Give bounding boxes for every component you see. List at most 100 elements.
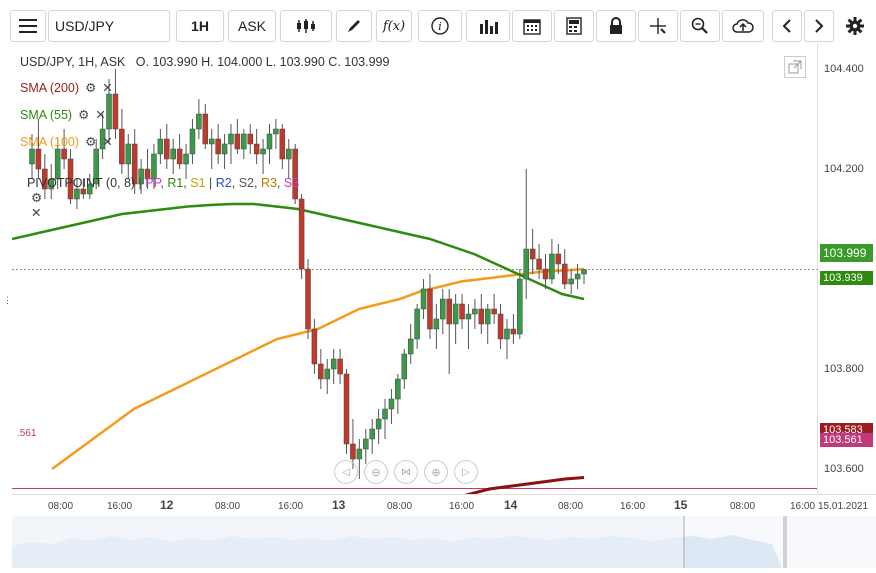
calculator-button[interactable] — [554, 10, 594, 42]
indicator-sma-1: SMA (55) ⚙ ✕ — [20, 107, 106, 122]
interval-button[interactable]: 1H — [176, 10, 224, 42]
candle-body — [427, 288, 433, 330]
pivot-part: , — [253, 176, 261, 190]
menu-button[interactable] — [10, 10, 46, 42]
time-axis-label: 15 — [674, 498, 688, 512]
candle-body — [311, 328, 318, 365]
price-axis-label: 104.200 — [824, 163, 864, 175]
candle-body — [465, 313, 472, 320]
candle-body — [363, 438, 369, 450]
menu-icon — [19, 19, 37, 33]
candle-body — [266, 133, 273, 150]
pivot-part: , — [276, 176, 284, 190]
indicator-sma-2: SMA (100) ⚙ ✕ — [20, 134, 113, 149]
function-icon: f(x) — [382, 18, 406, 34]
lock-icon — [610, 17, 622, 34]
time-axis-label: 08:00 — [48, 501, 74, 512]
price-tag: 103.561 — [820, 433, 873, 447]
info-button[interactable]: i — [418, 10, 462, 42]
candle-body — [388, 398, 395, 410]
pivot-parts: | PP, R1, S1 | R2, S2, R3, S3 — [135, 176, 300, 190]
time-axis-label: 08:00 — [387, 501, 413, 512]
info-icon: i — [431, 17, 449, 35]
indicator-sma-0: SMA (200) ⚙ ✕ — [20, 80, 113, 95]
candle-body — [330, 358, 337, 370]
pivot-part: PP — [145, 176, 161, 190]
left-resize-handle[interactable]: ⋮ — [3, 295, 12, 306]
candle-body — [568, 278, 574, 285]
candle-body — [157, 138, 164, 155]
time-axis-label: 08:00 — [215, 501, 241, 512]
navigator[interactable] — [12, 516, 876, 568]
time-axis-label: 14 — [504, 498, 518, 512]
pivot-part: R2 — [215, 176, 232, 190]
pivot-part: S1 — [190, 176, 206, 190]
indicator-label: SMA (100) — [20, 135, 80, 149]
settings-button[interactable] — [840, 10, 870, 42]
prev-button[interactable] — [772, 10, 802, 42]
price-tag: 103.999 — [820, 244, 873, 262]
indicator-settings-icon[interactable]: ⚙ — [85, 135, 96, 149]
fit-icon[interactable]: ⋈ — [394, 460, 418, 484]
pivot-indicator: PIVOTPOINT (0, 8) | PP, R1, S1 | R2, S2,… — [20, 162, 299, 220]
pivot-label: PIVOTPOINT (0, 8) — [26, 176, 136, 190]
candle-body — [106, 93, 112, 130]
price-tag: 103.939 — [820, 271, 873, 285]
time-axis-label: 15.01.2021 — [818, 501, 869, 512]
symbol-input[interactable]: USD/JPY — [48, 10, 170, 42]
upload-button[interactable] — [722, 10, 764, 42]
pivot-settings-icon[interactable]: ⚙ — [31, 191, 42, 205]
time-axis[interactable]: 08:00 16:00 12 08:00 16:00 13 08:00 16:00 14 08:0… — [12, 494, 876, 517]
candle-body — [414, 308, 420, 340]
candle-body — [305, 268, 311, 330]
candle-body — [529, 248, 536, 260]
calendar-button[interactable] — [512, 10, 552, 42]
candle-body — [497, 313, 504, 340]
ohlc-info: USD/JPY, 1H, ASK O. 103.990 H. 104.000 L… — [20, 55, 390, 69]
candle-body — [484, 308, 491, 325]
indicator-remove-icon[interactable]: ✕ — [102, 135, 112, 149]
zoom-button[interactable] — [680, 10, 720, 42]
candle-body — [517, 278, 523, 335]
draw-button[interactable] — [336, 10, 372, 42]
candle-body — [337, 358, 343, 375]
candle-body — [433, 318, 440, 330]
candle-body — [523, 248, 529, 280]
price-axis-label: 103.600 — [824, 463, 864, 475]
crosshair-button[interactable] — [638, 10, 678, 42]
volume-button[interactable] — [466, 10, 510, 42]
indicator-settings-icon[interactable]: ⚙ — [85, 81, 96, 95]
next-button[interactable] — [804, 10, 834, 42]
chart-type-button[interactable] — [280, 10, 332, 42]
indicator-label: SMA (55) — [20, 108, 73, 122]
sma100-line — [51, 267, 585, 471]
scroll-right-icon[interactable]: ▷ — [454, 460, 478, 484]
pivot-remove-icon[interactable]: ✕ — [31, 206, 41, 220]
pivot-part: | — [205, 176, 216, 190]
candle-body — [401, 353, 408, 380]
indicator-label: SMA (200) — [20, 81, 80, 95]
crosshair-icon — [650, 18, 666, 34]
price-axis[interactable]: 104.400 104.200 103.800 103.600 103.999 103.… — [817, 44, 876, 494]
candle-body — [581, 269, 587, 275]
popout-button[interactable] — [784, 56, 806, 78]
zoom-out-icon[interactable]: ⊖ — [364, 460, 388, 484]
prev-icon — [782, 19, 791, 33]
indicator-settings-icon[interactable]: ⚙ — [78, 108, 89, 122]
function-button[interactable]: f(x) — [376, 10, 412, 42]
zoom-in-icon[interactable]: ⊕ — [424, 460, 448, 484]
chart-type-icon — [297, 19, 315, 33]
indicator-remove-icon[interactable]: ✕ — [102, 81, 112, 95]
candle-body — [119, 128, 125, 165]
scroll-left-icon[interactable]: ◁ — [334, 460, 358, 484]
time-axis-label: 12 — [160, 498, 174, 512]
candle-body — [504, 328, 510, 340]
price-chart[interactable] — [12, 44, 817, 494]
fib-label: .561 — [17, 428, 37, 439]
indicator-remove-icon[interactable]: ✕ — [95, 108, 105, 122]
chart-area[interactable] — [12, 44, 817, 494]
candle-body — [459, 303, 465, 320]
pivot-part: S2 — [238, 176, 254, 190]
price-type-button[interactable]: ASK — [228, 10, 276, 42]
lock-button[interactable] — [596, 10, 636, 42]
